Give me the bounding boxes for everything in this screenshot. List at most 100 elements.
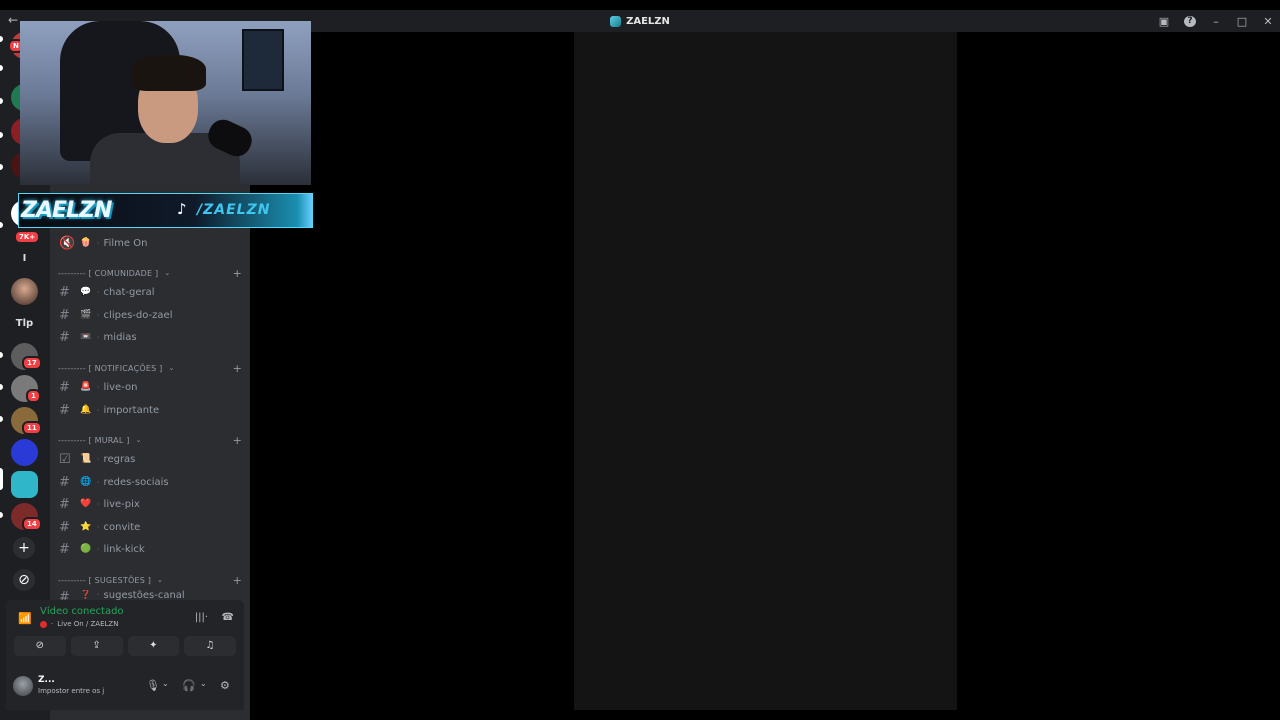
custom-status: Impostor entre os j [38,687,105,695]
server-icon [610,15,622,27]
add-channel-icon[interactable]: + [233,267,242,280]
channel-name: importante [103,404,160,416]
banner-logo: ZAELZN [21,198,112,223]
channel-emoji: 📼 [80,332,92,342]
channel-emoji: 🍿 [80,238,92,248]
channel-link-kick[interactable]: # 🟢 · link-kick [58,539,242,559]
add-channel-icon[interactable]: + [233,362,242,375]
window-title-text: ZAELZN [626,15,670,27]
channel-name: redes-sociais [103,476,169,488]
speaker-muted-icon: 🔇 [59,235,76,251]
channel-name: live-pix [103,498,140,510]
signal-icon[interactable]: 📶 [18,612,32,625]
screen-share-button[interactable]: ⇪ [70,636,123,656]
channel-name: live-on [103,381,138,393]
unread-pill [0,132,3,138]
hash-icon: # [59,519,70,535]
category-mural[interactable]: --------- [ MURAL ] ⌄ + [58,433,242,447]
poster-image [242,29,284,91]
hash-icon: # [59,329,70,345]
category-label: --------- [ SUGESTÕES ] [58,575,152,585]
channel-importante[interactable]: # 🔔 · importante [58,400,242,420]
channel-emoji: 💬 [80,287,92,297]
tiktok-handle: /ZAELZN [197,202,271,218]
channel-emoji: 🚨 [80,382,92,392]
channel-emoji: 🌐 [80,477,92,487]
category-comunidade[interactable]: --------- [ COMUNIDADE ] ⌄ + [58,266,242,280]
mention-badge: 14 [22,517,42,531]
server-item-zaelzn[interactable] [11,471,38,498]
chevron-down-icon[interactable]: ⌄ [162,679,169,688]
hash-icon: # [59,284,70,300]
server-item[interactable] [11,439,38,466]
hash-icon: # [59,496,70,512]
channel-emoji: 📜 [80,454,92,464]
channel-chat-geral[interactable]: # 💬 · chat-geral [58,282,242,302]
voice-channel-link[interactable]: · Live On / ZAELZN [40,620,118,628]
channel-emoji: ⭐ [80,522,92,532]
channel-name: regras [103,453,136,465]
chevron-down-icon[interactable]: ⌄ [200,679,207,688]
add-server-icon[interactable]: + [13,537,35,559]
channel-sugestoes-canal[interactable]: # ❓ · sugestões-canal [58,590,242,600]
disconnect-icon[interactable]: ☎ [222,612,234,623]
channel-name: sugestões-canal [103,590,185,600]
category-label: --------- [ COMUNIDADE ] [58,268,159,278]
hash-icon: # [59,307,70,323]
channel-name: clipes-do-zael [103,309,173,321]
stream-banner: ZAELZN ♪ /ZAELZN [18,193,313,228]
username[interactable]: Z... [38,675,55,685]
category-label: --------- [ NOTIFICAÇÕES ] [58,363,163,373]
channel-emoji: ❓ [80,590,92,600]
noise-suppression-icon[interactable]: |||· [195,612,208,623]
headphones-icon[interactable]: 🎧 [182,679,196,692]
unread-pill [0,384,3,390]
server-item[interactable] [11,278,38,305]
inbox-icon[interactable]: ▣ [1158,15,1170,28]
unread-pill [0,98,3,104]
mention-badge: 7K+ [14,230,41,244]
maximize-icon[interactable]: □ [1236,15,1248,28]
soundboard-button[interactable]: ♫ [184,636,236,656]
category-sugestoes[interactable]: --------- [ SUGESTÕES ] ⌄ + [58,573,242,587]
hash-icon: # [59,402,70,418]
channel-redes-sociais[interactable]: # 🌐 · redes-sociais [58,472,242,492]
voice-status[interactable]: Vídeo conectado [40,606,124,617]
settings-gear-icon[interactable]: ⚙ [220,679,230,692]
channel-live-pix[interactable]: # ❤️ · live-pix [58,494,242,514]
stream-video[interactable] [574,32,957,710]
activities-button[interactable]: ✦ [127,636,180,656]
voice-actions: ⊘ ⇪ ✦ ♫ [6,636,244,660]
discover-icon[interactable]: ⊘ [13,569,35,591]
add-channel-icon[interactable]: + [233,434,242,447]
live-dot-icon [40,620,47,628]
hash-icon: # [59,379,70,395]
server-item[interactable]: I [11,245,38,272]
channel-emoji: 🎬 [80,310,92,320]
category-label: --------- [ MURAL ] [58,435,130,445]
camera-off-button[interactable]: ⊘ [14,636,66,656]
channel-midias[interactable]: # 📼 · midias [58,327,242,347]
unread-pill [0,416,3,422]
mention-badge: 17 [22,356,42,370]
help-icon[interactable]: ? [1184,15,1196,27]
unread-pill [0,36,3,42]
chevron-down-icon: ⌄ [168,364,175,372]
close-icon[interactable]: ✕ [1262,15,1274,28]
avatar[interactable] [13,676,33,696]
channel-regras[interactable]: ☑ 📜 · regras [58,449,242,469]
channel-emoji: 🔔 [80,405,92,415]
microphone-icon[interactable]: 🎙 [146,679,160,692]
category-notificacoes[interactable]: --------- [ NOTIFICAÇÕES ] ⌄ + [58,361,242,375]
voice-channel-filme-on[interactable]: 🔇 🍿 · Filme On [58,233,242,253]
add-channel-icon[interactable]: + [233,574,242,587]
minimize-icon[interactable]: – [1210,15,1222,28]
unread-pill [0,65,3,71]
channel-convite[interactable]: # ⭐ · convite [58,517,242,537]
channel-live-on[interactable]: # 🚨 · live-on [58,377,242,397]
chevron-down-icon: ⌄ [135,436,142,444]
channel-clipes-do-zael[interactable]: # 🎬 · clipes-do-zael [58,305,242,325]
server-item[interactable]: Tlp [11,310,38,337]
channel-name: chat-geral [103,286,155,298]
chevron-down-icon: ⌄ [157,576,164,584]
